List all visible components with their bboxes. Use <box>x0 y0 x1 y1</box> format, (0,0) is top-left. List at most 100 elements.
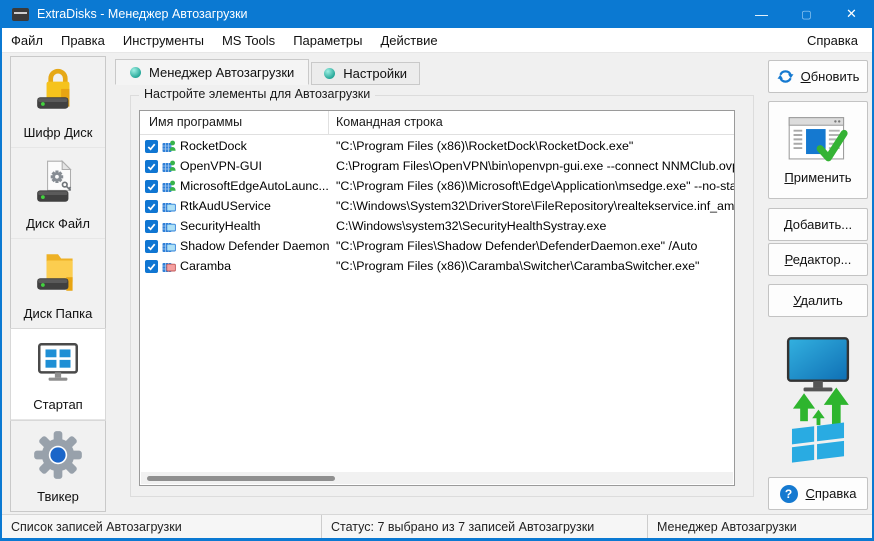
row-checkbox[interactable] <box>145 139 158 153</box>
command-line-cell: "C:\Program Files\Shadow Defender\Defend… <box>336 239 698 253</box>
horizontal-scrollbar[interactable] <box>141 472 733 484</box>
delete-button[interactable]: Удалить <box>768 284 868 317</box>
program-name: MicrosoftEdgeAutoLaunc... <box>180 179 329 193</box>
menu-edit[interactable]: Правка <box>52 28 114 52</box>
tab-startup-manager[interactable]: Менеджер Автозагрузки <box>115 59 310 85</box>
menu-help[interactable]: Справка <box>798 28 872 52</box>
table-row[interactable]: Shadow Defender Daemon "C:\Program Files… <box>140 236 734 256</box>
window-controls: — ▢ ✕ <box>739 0 872 28</box>
command-line-cell: C:\Program Files\OpenVPN\bin\openvpn-gui… <box>336 159 734 173</box>
status-right: Менеджер Автозагрузки <box>657 519 797 534</box>
menu-action[interactable]: Действие <box>372 28 447 52</box>
file-drive-icon <box>33 148 83 216</box>
column-header-command[interactable]: Командная строка <box>329 111 734 134</box>
program-name-cell: RocketDock <box>140 139 329 153</box>
table-row[interactable]: SecurityHealth C:\Windows\system32\Secur… <box>140 216 734 236</box>
sidebar-item-label: Диск Файл <box>26 215 90 231</box>
help-button[interactable]: ? Справка <box>768 477 868 510</box>
tab-dot-icon <box>130 66 141 78</box>
row-checkbox[interactable] <box>145 199 158 213</box>
table-row[interactable]: RocketDock "C:\Program Files (x86)\Rocke… <box>140 136 734 156</box>
sidebar-item-label: Твикер <box>37 488 79 504</box>
status-bar: Список записей Автозагрузки Статус: 7 вы… <box>2 514 872 538</box>
column-header-name[interactable]: Имя программы <box>140 111 329 134</box>
row-checkbox[interactable] <box>145 219 158 233</box>
sidebar-item-disk-folder[interactable]: Диск Папка <box>11 239 105 330</box>
command-line-cell: C:\Windows\system32\SecurityHealthSystra… <box>336 219 607 233</box>
registry-machine-entry-icon <box>162 243 176 252</box>
table-row[interactable]: Caramba "C:\Program Files (x86)\Caramba\… <box>140 256 734 276</box>
editor-button[interactable]: Редактор... <box>768 243 868 276</box>
table-row[interactable]: RtkAudUService "C:\Windows\System32\Driv… <box>140 196 734 216</box>
folder-drive-icon <box>33 239 83 307</box>
registry-machine-entry-icon <box>162 223 176 232</box>
refresh-button-label: Обновить <box>800 69 860 84</box>
window-title: ExtraDisks - Менеджер Автозагрузки <box>37 7 248 21</box>
editor-button-label: Редактор... <box>784 252 852 267</box>
tweaker-gear-icon <box>32 420 84 489</box>
add-button[interactable]: Добавить... <box>768 208 868 241</box>
registry-user-entry-icon <box>162 140 176 152</box>
sidebar-item-label: Стартап <box>33 397 83 413</box>
row-checkbox[interactable] <box>145 239 158 253</box>
program-name: RocketDock <box>180 139 247 153</box>
apply-button-label: Применить <box>784 169 852 185</box>
menu-tools[interactable]: Инструменты <box>114 28 213 52</box>
title-bar: ExtraDisks - Менеджер Автозагрузки — ▢ ✕ <box>2 0 872 28</box>
startup-items-listview: Имя программы Командная строка RocketDoc… <box>139 110 735 486</box>
minimize-icon[interactable]: — <box>739 0 784 28</box>
command-line-cell: "C:\Program Files (x86)\RocketDock\Rocke… <box>336 139 634 153</box>
registry-user-entry-icon <box>162 180 176 192</box>
command-line-cell: "C:\Program Files (x86)\Microsoft\Edge\A… <box>336 179 734 193</box>
monitor-arrows-windows-icon <box>786 337 850 463</box>
table-row[interactable]: MicrosoftEdgeAutoLaunc... "C:\Program Fi… <box>140 176 734 196</box>
sidebar-item-cipher-disk[interactable]: Шифр Диск <box>11 57 105 148</box>
menu-ms-tools[interactable]: MS Tools <box>213 28 284 52</box>
row-checkbox[interactable] <box>145 179 158 193</box>
sidebar-item-label: Шифр Диск <box>23 124 93 140</box>
scrollbar-thumb[interactable] <box>147 475 335 481</box>
command-line-cell: "C:\Windows\System32\DriverStore\FileRep… <box>336 199 734 213</box>
program-name-cell: Shadow Defender Daemon <box>140 239 329 253</box>
refresh-icon <box>777 70 794 83</box>
program-name: OpenVPN-GUI <box>180 159 262 173</box>
menu-bar: Файл Правка Инструменты MS Tools Парамет… <box>2 28 872 53</box>
menu-file[interactable]: Файл <box>2 28 52 52</box>
help-icon: ? <box>779 484 798 503</box>
table-row[interactable]: OpenVPN-GUI C:\Program Files\OpenVPN\bin… <box>140 156 734 176</box>
row-checkbox[interactable] <box>145 259 158 273</box>
program-name-cell: MicrosoftEdgeAutoLaunc... <box>140 179 329 193</box>
program-name: SecurityHealth <box>180 219 261 233</box>
apply-button[interactable]: Применить <box>768 101 868 199</box>
close-icon[interactable]: ✕ <box>829 0 872 28</box>
help-button-label: Справка <box>805 486 857 501</box>
menu-options[interactable]: Параметры <box>284 28 371 52</box>
tab-label: Менеджер Автозагрузки <box>149 64 295 80</box>
registry-machine-entry-icon <box>162 203 176 212</box>
apply-window-check-icon <box>788 116 848 161</box>
sidebar-item-tweaker[interactable]: Твикер <box>11 420 105 511</box>
startup-artwork <box>764 331 872 471</box>
sidebar-item-startup[interactable]: Стартап <box>10 328 106 422</box>
tab-dot-icon <box>324 68 336 79</box>
program-name-cell: RtkAudUService <box>140 199 329 213</box>
tab-label: Настройки <box>343 66 408 81</box>
program-name-cell: OpenVPN-GUI <box>140 159 329 173</box>
program-name-cell: Caramba <box>140 259 329 273</box>
tab-settings[interactable]: Настройки <box>311 62 421 85</box>
row-checkbox[interactable] <box>145 159 158 173</box>
delete-button-label: Удалить <box>793 293 843 308</box>
app-window: ExtraDisks - Менеджер Автозагрузки — ▢ ✕… <box>0 0 874 541</box>
sidebar-item-disk-file[interactable]: Диск Файл <box>11 148 105 239</box>
add-button-label: Добавить... <box>783 217 853 232</box>
tab-strip: Менеджер Автозагрузки Настройки <box>115 59 421 85</box>
registry-app-red-entry-icon <box>162 263 176 272</box>
program-name: RtkAudUService <box>180 199 271 213</box>
listview-header: Имя программы Командная строка <box>140 111 734 135</box>
status-left: Список записей Автозагрузки <box>2 515 322 538</box>
program-name-cell: SecurityHealth <box>140 219 329 233</box>
refresh-button[interactable]: Обновить <box>768 60 868 93</box>
main-content: Шифр Диск Диск Файл Диск Папка Стартап Т… <box>2 53 872 514</box>
app-icon <box>12 7 29 21</box>
maximize-icon[interactable]: ▢ <box>784 0 829 28</box>
